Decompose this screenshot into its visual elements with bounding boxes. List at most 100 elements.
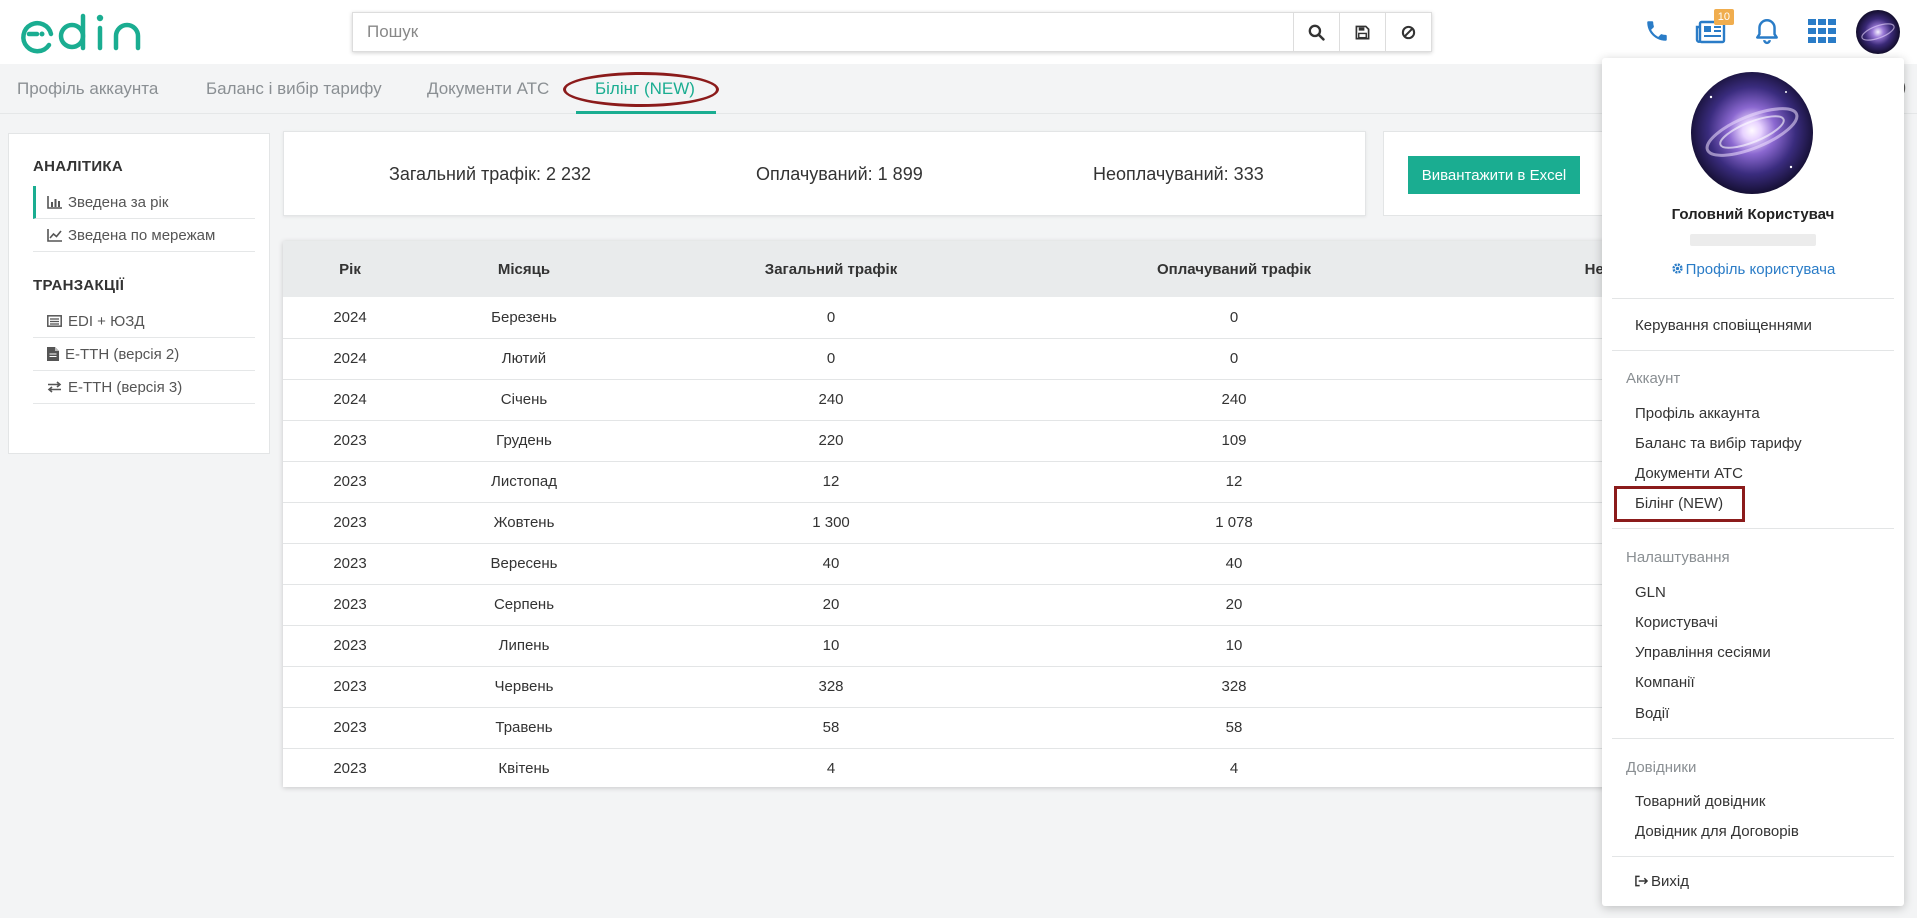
cell-paid-traffic: 1 078 [1215,514,1253,531]
bell-icon [1756,18,1778,45]
exchange-icon [47,381,62,393]
cell-total-traffic: 12 [822,473,840,490]
gear-icon [1672,263,1683,274]
top-header: 10 [0,0,1917,64]
clear-search-button[interactable] [1385,13,1431,51]
menu-item-users[interactable]: Користувачі [1635,614,1718,631]
cell-month: Березень [491,308,557,326]
sidebar-item-label: EDI + ЮЗД [68,312,145,330]
list-icon [47,315,62,327]
user-avatar-button[interactable] [1856,10,1900,54]
menu-item-notifications-settings[interactable]: Керування сповіщеннями [1635,317,1812,334]
menu-item-companies[interactable]: Компанії [1635,674,1695,691]
menu-item-balance-tariff[interactable]: Баланс та вибір тарифу [1635,435,1802,452]
analytics-section-title: АНАЛІТИКА [33,158,124,175]
user-profile-link-label: Профіль користувача [1685,261,1836,278]
table-row: 2023 Грудень 220 109 [283,420,1613,461]
account-group-title: Аккаунт [1626,370,1681,387]
traffic-summary-card: Загальний трафік: 2 232 Оплачуваний: 1 8… [283,131,1366,216]
news-button[interactable]: 10 [1694,9,1734,48]
search-button[interactable] [1293,13,1339,51]
table-row: 2024 Березень 0 0 [283,297,1613,338]
tab-account-profile[interactable]: Профіль аккаунта [17,79,158,99]
table-row: 2024 Лютий 0 0 [283,338,1613,379]
galaxy-avatar-icon [1691,72,1813,194]
menu-item-session-management[interactable]: Управління сесіями [1635,644,1771,661]
export-excel-button[interactable]: Вивантажити в Excel [1408,156,1580,194]
cell-paid-traffic: 12 [1225,473,1243,490]
table-row: 2023 Травень 58 58 [283,707,1613,748]
sidebar-item-network-summary[interactable]: Зведена по мережам [33,219,255,252]
search-input[interactable] [353,13,1293,51]
table-row: 2023 Вересень 40 40 [283,543,1613,584]
cell-month: Лютий [501,350,547,367]
cell-total-traffic: 220 [818,432,844,449]
menu-item-contracts-directory[interactable]: Довідник для Договорів [1635,823,1799,840]
column-header-year[interactable]: Рік [283,241,417,297]
column-header-unpaid-traffic[interactable]: Неo [1437,241,1613,297]
floppy-disk-icon [1355,25,1370,39]
galaxy-avatar-icon [1856,10,1900,54]
menu-item-account-profile[interactable]: Профіль аккаунта [1635,405,1760,422]
sidebar-item-edi-yuzd[interactable]: EDI + ЮЗД [33,305,255,338]
menu-item-ats-documents[interactable]: Документи АТС [1635,465,1743,482]
cell-total-traffic: 240 [818,391,844,408]
total-traffic-stat: Загальний трафік: 2 232 [389,164,591,184]
sidebar-item-label: Е-ТТН (версія 2) [65,345,180,363]
cell-month: Серпень [493,596,555,613]
tab-balance[interactable]: Баланс і вибір тарифу [206,79,382,99]
cell-year: 2024 [333,391,367,408]
menu-item-drivers[interactable]: Водії [1635,705,1669,722]
cell-unpaid-traffic [1437,461,1613,502]
table-row: 2023 Листопад 12 12 [283,461,1613,502]
cell-month: Червень [494,678,554,695]
cell-paid-traffic: 58 [1225,719,1243,736]
cell-unpaid-traffic [1437,625,1613,666]
cell-unpaid-traffic [1437,379,1613,420]
cell-month: Травень [495,719,553,736]
cell-year: 2023 [333,432,367,449]
cell-total-traffic: 58 [822,719,840,736]
cell-paid-traffic: 20 [1225,596,1243,613]
user-profile-link[interactable]: Профіль користувача [1602,261,1904,278]
sidebar-item-yearly-summary[interactable]: Зведена за рік [33,186,255,219]
menu-divider [1612,856,1894,857]
settings-group-title: Налаштування [1626,549,1730,566]
cell-total-traffic: 328 [818,678,844,695]
sidebar-item-label: Зведена по мережам [68,226,216,244]
phone-icon [1647,21,1667,41]
table-header-row: Рік Місяць Загальний трафік Оплачуваний … [283,241,1613,297]
menu-item-product-directory[interactable]: Товарний довідник [1635,793,1765,810]
table-body: 2024 Березень 0 0 2024 Лютий 0 0 2024 Січень 240 24… [283,297,1613,787]
phone-button[interactable] [1640,14,1674,48]
sidebar-item-ettn-v3[interactable]: Е-ТТН (версія 3) [33,371,255,404]
cell-month: Липень [498,637,550,654]
sign-out-icon [1635,875,1649,887]
sidebar-item-ettn-v2[interactable]: Е-ТТН (версія 2) [33,338,255,371]
save-search-button[interactable] [1339,13,1385,51]
billing-table: Рік Місяць Загальний трафік Оплачуваний … [283,241,1613,787]
column-header-month[interactable]: Місяць [417,241,631,297]
cell-total-traffic: 4 [826,760,836,777]
billing-tab-highlight-ellipse [563,72,719,107]
column-header-paid-traffic[interactable]: Оплачуваний трафік [1031,241,1437,297]
apps-button[interactable] [1805,14,1839,48]
edin-logo[interactable] [18,12,160,54]
notifications-button[interactable] [1750,14,1784,48]
tab-ats-documents[interactable]: Документи АТС [427,79,549,99]
menu-divider [1612,350,1894,351]
logout-button[interactable]: Вихід [1635,873,1689,890]
cell-year: 2024 [333,308,367,326]
active-tab-underline [576,111,716,114]
cell-total-traffic: 0 [826,350,836,367]
cell-month: Жовтень [493,514,555,531]
cell-year: 2023 [333,719,367,736]
paid-traffic-stat: Оплачуваний: 1 899 [756,164,923,184]
cell-total-traffic: 40 [822,555,840,572]
cell-paid-traffic: 4 [1229,760,1239,777]
column-header-total-traffic[interactable]: Загальний трафік [631,241,1031,297]
bar-chart-icon [47,195,62,209]
table-row: 2024 Січень 240 240 [283,379,1613,420]
sidebar-item-label: Зведена за рік [68,193,169,211]
menu-item-gln[interactable]: GLN [1635,584,1666,601]
